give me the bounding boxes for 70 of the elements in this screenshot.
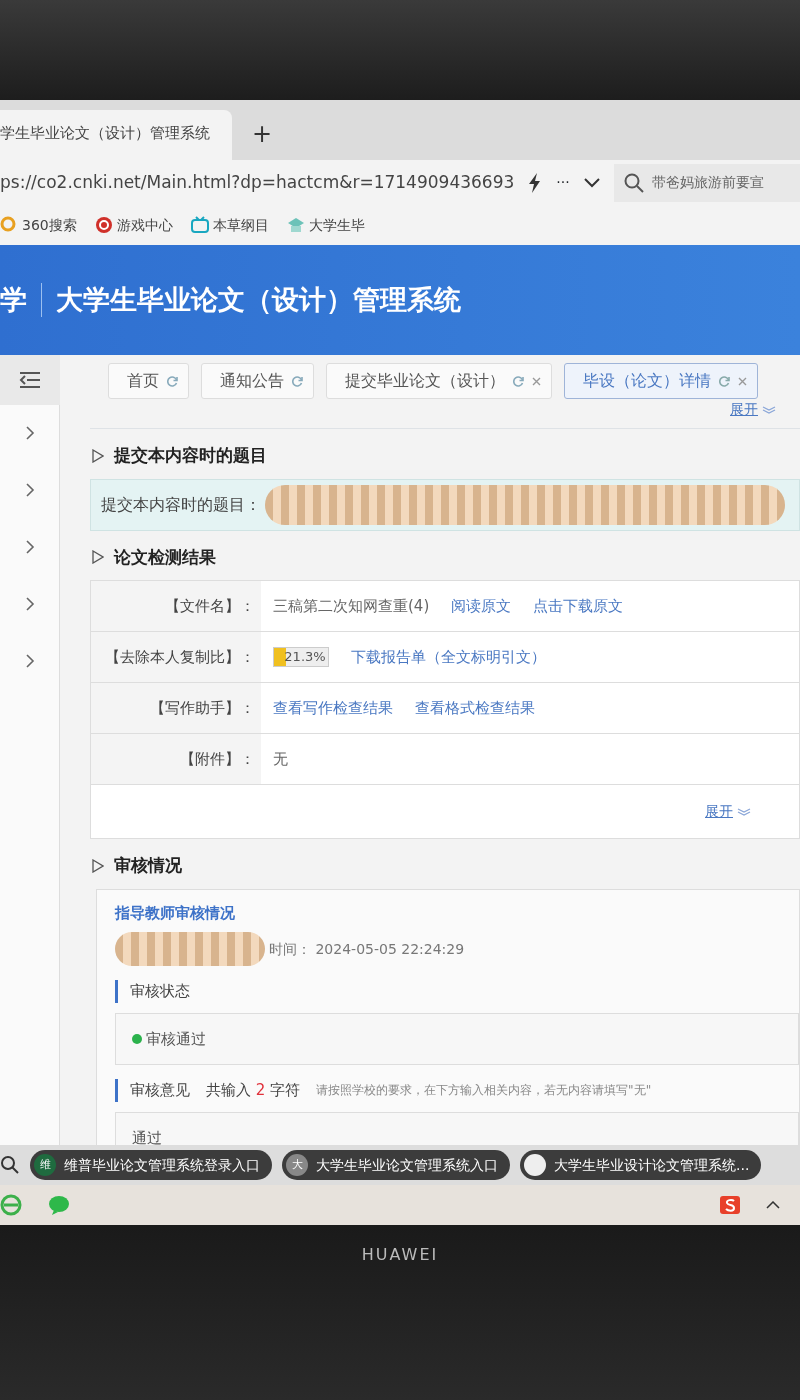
browser-tab[interactable]: 学生毕业论文（设计）管理系统 (0, 109, 232, 160)
text-link[interactable]: 查看写作检查结果 (273, 696, 393, 720)
address-url[interactable]: ps://co2.cnki.net/Main.html?dp=hactcm&r=1714909436693 (0, 169, 515, 196)
search-field[interactable]: 带爸妈旅游前要宣 (613, 163, 800, 202)
menu-collapse-icon[interactable] (18, 371, 41, 389)
sidebar-chevron-icon[interactable] (23, 539, 36, 555)
circle-logo-icon (94, 216, 113, 234)
suggestion-chip[interactable]: 维 维普毕业论文管理系统登录入口 (30, 1150, 272, 1180)
laptop-brand-label: HUAWEI (361, 1244, 439, 1265)
triangle-icon (92, 448, 104, 463)
tv-icon (190, 216, 209, 234)
bookmark-link[interactable]: 大学生毕 (286, 214, 365, 236)
review-time: 时间： 2024-05-05 22:24:29 (269, 939, 465, 959)
sidebar-chevron-icon[interactable] (23, 425, 36, 441)
cap-icon (286, 216, 305, 234)
triangle-icon (92, 858, 104, 873)
status-text: 审核通过 (146, 1028, 206, 1050)
text-link[interactable]: 阅读原文 (451, 594, 512, 618)
page-tab[interactable]: 毕设（论文）详情 (564, 363, 758, 399)
panel-title: 指导教师审核情况 (115, 902, 236, 924)
page-tab[interactable]: 首页 (108, 363, 189, 399)
character-count: 共输入 2 字符 (206, 1080, 301, 1101)
sidebar-chevron-icon[interactable] (23, 653, 36, 669)
new-tab-button[interactable]: + (232, 122, 293, 160)
system-title: 大学生毕业论文（设计）管理系统 (56, 282, 461, 317)
field-label: 提交本内容时的题目： (101, 493, 261, 516)
sidebar-chevron-icon[interactable] (23, 596, 36, 612)
field-label: 【写作助手】： (91, 683, 261, 733)
school-name-fragment: 学 (0, 282, 27, 317)
text-link[interactable]: 查看格式检查结果 (415, 696, 535, 720)
bookmark-link[interactable]: 360搜索 (0, 214, 77, 236)
subsection-label: 审核状态 (115, 980, 799, 1003)
more-button[interactable]: ··· (556, 172, 570, 193)
bookmark-link[interactable]: 游戏中心 (94, 214, 173, 236)
site-badge: 维 (34, 1154, 56, 1176)
bookmark-link[interactable]: 本草纲目 (190, 214, 269, 236)
ring-icon (0, 216, 18, 234)
expand-link[interactable]: 展开 (730, 399, 776, 420)
chevron-down-icon[interactable] (583, 177, 600, 188)
s-logo-icon[interactable] (720, 1196, 740, 1214)
section-heading: 论文检测结果 (114, 545, 216, 569)
field-label: 【文件名】： (91, 581, 261, 631)
expand-link[interactable]: 展开 (705, 801, 751, 822)
sidebar-chevron-icon[interactable] (23, 482, 36, 498)
text-link[interactable]: 下载报告单（全文标明引文） (351, 645, 546, 669)
search-icon[interactable] (0, 1155, 20, 1175)
chevron-up-icon[interactable] (766, 1201, 780, 1209)
close-icon[interactable] (738, 376, 747, 386)
field-label: 【附件】： (91, 734, 261, 784)
field-value: 三稿第二次知网查重(4) (273, 595, 430, 617)
section-heading: 审核情况 (114, 854, 182, 877)
double-chevron-icon (737, 807, 751, 816)
close-icon[interactable] (532, 376, 541, 386)
suggestion-chip[interactable]: 大学生毕业设计论文管理系统... (520, 1150, 762, 1180)
hint-text: 请按照学校的要求，在下方输入相关内容，若无内容请填写"无" (316, 1082, 652, 1100)
lightning-icon[interactable] (528, 172, 543, 193)
page-tab[interactable]: 提交毕业论文（设计） (326, 363, 552, 399)
double-chevron-icon (762, 405, 776, 414)
suggestion-chip[interactable]: 大 大学生毕业论文管理系统入口 (282, 1150, 510, 1180)
site-badge: 大 (286, 1154, 308, 1176)
field-value: 无 (273, 748, 288, 770)
page-tab[interactable]: 通知公告 (201, 363, 314, 399)
subsection-label: 审核意见 (130, 1080, 190, 1101)
triangle-icon (92, 550, 104, 565)
search-icon (623, 172, 644, 193)
field-label: 【去除本人复制比】： (91, 632, 261, 682)
opinion-field: 通过 (115, 1111, 799, 1145)
section-heading: 提交本内容时的题目 (114, 444, 267, 467)
site-badge (524, 1154, 546, 1176)
text-link[interactable]: 点击下载原文 (533, 594, 624, 618)
